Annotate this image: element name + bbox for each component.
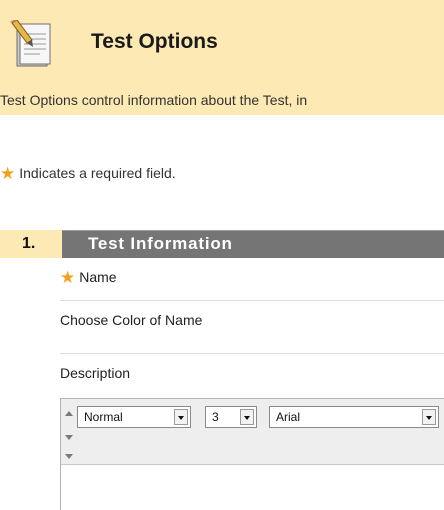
editor-toolbar: Normal 3 Arial — [61, 399, 444, 465]
required-star-icon: ★ — [60, 268, 76, 287]
choose-color-label[interactable]: Choose Color of Name — [60, 312, 202, 328]
section-number: 1. — [0, 230, 62, 258]
font-family-value: Arial — [276, 410, 301, 424]
required-field-legend: ★ Indicates a required field. — [0, 163, 176, 183]
divider — [60, 353, 444, 354]
font-family-select[interactable]: Arial — [269, 406, 439, 428]
expand-toolbar-icon[interactable] — [65, 435, 73, 440]
test-options-page: Test Options Test Options control inform… — [0, 0, 444, 510]
required-note: Indicates a required field. — [19, 165, 176, 181]
description-label: Description — [60, 365, 131, 381]
description-editor[interactable]: Normal 3 Arial — [60, 398, 444, 510]
divider — [60, 300, 444, 301]
collapse-toolbar-icon[interactable] — [65, 411, 73, 416]
section-header-bar: Test Information — [62, 230, 444, 258]
chevron-down-icon[interactable] — [174, 409, 188, 425]
expand-toolbar-icon[interactable] — [65, 454, 73, 459]
name-label: Name — [79, 269, 117, 285]
document-edit-icon — [8, 19, 68, 72]
chevron-down-icon[interactable] — [240, 409, 254, 425]
page-header: Test Options Test Options control inform… — [0, 0, 444, 115]
required-star-icon: ★ — [0, 164, 16, 183]
font-size-select[interactable]: 3 — [205, 406, 257, 428]
name-field-label: ★ Name — [60, 267, 117, 287]
section-title: Test Information — [88, 234, 233, 253]
intro-text: Test Options control information about t… — [0, 92, 308, 108]
paragraph-format-value: Normal — [84, 410, 123, 424]
paragraph-format-select[interactable]: Normal — [77, 406, 191, 428]
font-size-value: 3 — [212, 410, 219, 424]
page-title: Test Options — [91, 30, 218, 53]
chevron-down-icon[interactable] — [422, 409, 436, 425]
